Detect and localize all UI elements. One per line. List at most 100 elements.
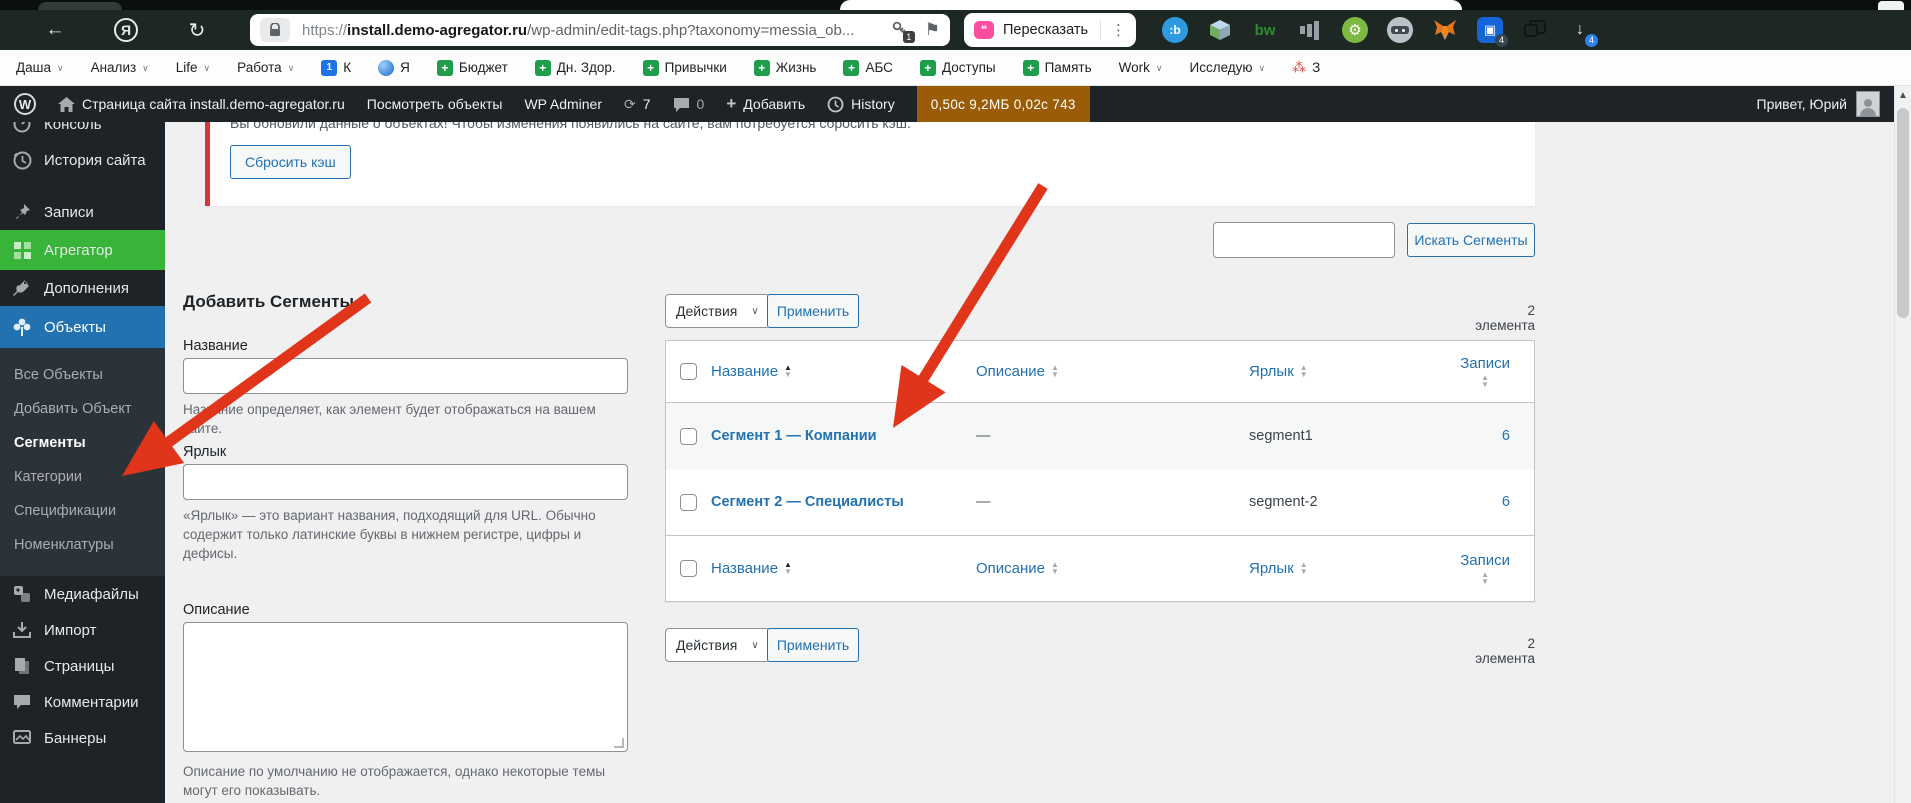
chevron-down-icon: ∨ (1156, 63, 1163, 74)
reset-cache-button[interactable]: Сбросить кэш (230, 145, 351, 179)
extension-settings-icon[interactable]: ⚙ (1342, 17, 1368, 43)
sidebar-item-objects[interactable]: Объекты (0, 306, 165, 348)
sidebar-item-posts[interactable]: Записи (0, 194, 165, 230)
slug-input[interactable] (183, 464, 628, 500)
bookmark-calendar[interactable]: 1К (321, 60, 351, 76)
yandex-icon[interactable]: Я (114, 18, 138, 42)
sheet-icon: + (843, 60, 859, 76)
adminbar-history[interactable]: History (827, 96, 895, 113)
adminbar-updates[interactable]: ⟳7 (624, 96, 651, 113)
sidebar-item-media[interactable]: Медиафайлы (0, 576, 165, 612)
lock-icon[interactable] (260, 18, 290, 42)
adminbar-view-objects[interactable]: Посмотреть объекты (367, 96, 503, 112)
bookmark-folder-life[interactable]: Life∨ (176, 60, 210, 75)
sidebar-item-console[interactable]: Консоль (0, 122, 165, 142)
row-posts-count[interactable]: 6 (1446, 428, 1524, 444)
column-posts-sort[interactable]: Записи▲▼ (1460, 552, 1510, 585)
pill-menu-icon[interactable]: ⋮ (1111, 21, 1126, 39)
summarize-button[interactable]: ❝ Пересказать ⋮ (964, 13, 1136, 47)
extension-shield-icon[interactable]: ▣4 (1477, 17, 1503, 43)
apply-button-top[interactable]: Применить (767, 294, 859, 328)
extension-bw-icon[interactable]: bw (1252, 17, 1278, 43)
browser-topright-chip[interactable] (1878, 1, 1904, 10)
adminbar-greeting[interactable]: Привет, Юрий (1757, 96, 1847, 112)
bookmark-yandex[interactable]: Я (378, 60, 410, 76)
submenu-add-object[interactable]: Добавить Объект (0, 392, 165, 426)
submenu-segments[interactable]: Сегменты (0, 426, 165, 460)
column-description-sort[interactable]: Описание▲▼ (976, 560, 1059, 577)
sidebar-item-site-history[interactable]: История сайта (0, 142, 165, 178)
bookmark-folder-rabota[interactable]: Работа∨ (237, 60, 294, 75)
wordpress-icon: W (14, 93, 36, 115)
submenu-nomenclatures[interactable]: Номенклатуры (0, 528, 165, 562)
column-slug-sort[interactable]: Ярлык▲▼ (1249, 363, 1308, 380)
scrollbar-thumb[interactable] (1897, 108, 1909, 318)
extension-downloads-icon[interactable]: ↓4 (1567, 17, 1593, 43)
extension-cube-icon[interactable] (1207, 17, 1233, 43)
description-textarea[interactable] (183, 622, 628, 752)
address-bar[interactable]: https://install.demo-agregator.ru/wp-adm… (250, 14, 950, 46)
adminbar-wp-adminer[interactable]: WP Adminer (524, 96, 602, 112)
apply-button-bottom[interactable]: Применить (767, 628, 859, 662)
reload-icon[interactable]: ↻ (184, 18, 210, 43)
extension-b-icon[interactable]: :b (1162, 17, 1188, 43)
extension-tabs-icon[interactable] (1522, 17, 1548, 43)
bookmark-folder-analiz[interactable]: Анализ∨ (91, 60, 149, 75)
bookmark-folder-work[interactable]: Work∨ (1119, 60, 1163, 75)
bookmark-dostupy[interactable]: +Доступы (920, 60, 996, 76)
name-input[interactable] (183, 358, 628, 394)
sidebar-item-aggregator[interactable]: Агрегатор (0, 230, 165, 270)
password-key-icon[interactable]: 1 (891, 20, 911, 40)
bookmark-folder-issleduyu[interactable]: Исследую∨ (1189, 60, 1265, 75)
sidebar-item-label: Агрегатор (44, 242, 113, 259)
sidebar-item-import[interactable]: Импорт (0, 612, 165, 648)
extension-metamask-icon[interactable] (1432, 17, 1458, 43)
bulk-actions-select-bottom[interactable]: Действия∨ (665, 628, 770, 662)
column-posts-sort[interactable]: Записи▲▼ (1460, 355, 1510, 388)
segment-link[interactable]: Сегмент 2 — Специалисты (711, 494, 904, 510)
bookmark-zhizn[interactable]: +Жизнь (754, 60, 817, 76)
extension-stats-icon[interactable] (1297, 17, 1323, 43)
wp-logo[interactable]: W (14, 93, 36, 115)
row-posts-count[interactable]: 6 (1446, 494, 1524, 510)
column-name-sort[interactable]: Название▲▼ (711, 560, 792, 577)
bookmark-abs[interactable]: +АБС (843, 60, 892, 76)
avatar[interactable] (1856, 91, 1880, 117)
adminbar-site-link[interactable]: Страница сайта install.demo-agregator.ru (58, 96, 345, 112)
search-segments-input[interactable] (1213, 222, 1395, 258)
extension-ninja-icon[interactable] (1387, 17, 1413, 43)
select-all-checkbox[interactable] (680, 560, 697, 577)
submenu-all-objects[interactable]: Все Объекты (0, 358, 165, 392)
row-checkbox[interactable] (680, 494, 697, 511)
bookmark-privychki[interactable]: +Привычки (643, 60, 727, 76)
row-checkbox[interactable] (680, 428, 697, 445)
resize-grabber-icon[interactable] (614, 738, 624, 748)
row-description: — (976, 494, 1249, 510)
bookmark-budget[interactable]: +Бюджет (437, 60, 508, 76)
column-slug-sort[interactable]: Ярлык▲▼ (1249, 560, 1308, 577)
back-icon[interactable]: ← (42, 19, 68, 41)
sidebar-item-banners[interactable]: Баннеры (0, 720, 165, 756)
column-description-sort[interactable]: Описание▲▼ (976, 363, 1059, 380)
submenu-specifications[interactable]: Спецификации (0, 494, 165, 528)
submenu-categories[interactable]: Категории (0, 460, 165, 494)
adminbar-comments[interactable]: 0 (673, 96, 705, 112)
search-segments-button[interactable]: Искать Сегменты (1407, 223, 1535, 257)
bookmark-z[interactable]: ⁂З (1292, 59, 1320, 76)
segment-link[interactable]: Сегмент 1 — Компании (711, 428, 877, 444)
scrollbar-up-arrow[interactable]: ▲ (1895, 90, 1911, 101)
query-monitor-badge[interactable]: 0,50с 9,2МБ 0,02с 743 (917, 86, 1090, 122)
sidebar-item-pages[interactable]: Страницы (0, 648, 165, 684)
bookmark-dn-zdor[interactable]: +Дн. Здор. (535, 60, 616, 76)
scrollbar[interactable]: ▲ (1894, 86, 1911, 803)
sidebar-item-comments[interactable]: Комментарии (0, 684, 165, 720)
adminbar-new[interactable]: +Добавить (726, 94, 805, 114)
bulk-actions-select-top[interactable]: Действия∨ (665, 294, 770, 328)
sidebar-item-addons[interactable]: Дополнения (0, 270, 165, 306)
bookmark-pamyat[interactable]: +Память (1023, 60, 1092, 76)
browser-tab-active[interactable] (840, 0, 1462, 10)
select-all-checkbox[interactable] (680, 363, 697, 380)
bookmark-flag-icon[interactable]: ⚑ (925, 20, 940, 40)
bookmark-folder-dasha[interactable]: Даша∨ (16, 60, 64, 75)
column-name-sort[interactable]: Название▲▼ (711, 363, 792, 380)
